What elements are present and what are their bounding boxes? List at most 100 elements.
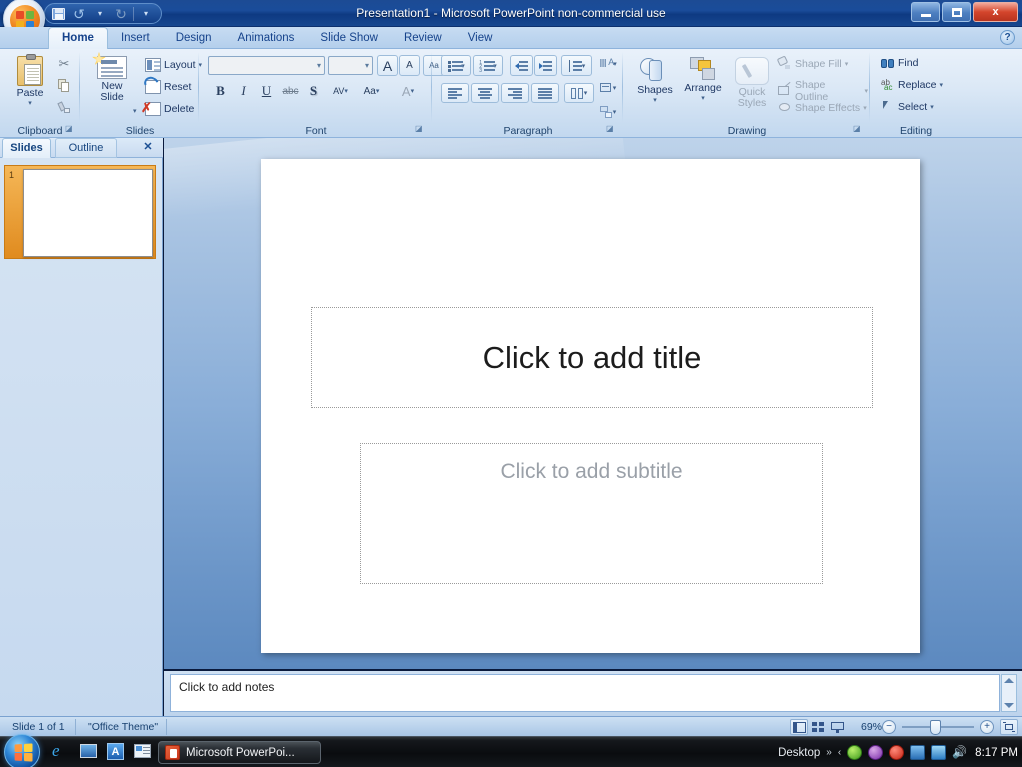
tab-home[interactable]: Home: [48, 27, 108, 49]
font-size-input[interactable]: ▾: [328, 56, 373, 75]
delete-slide-button[interactable]: Delete: [141, 100, 196, 117]
slide-sorter-button[interactable]: [809, 719, 827, 735]
clipboard-dialog-launcher[interactable]: ◪: [65, 124, 76, 135]
justify-button[interactable]: [531, 83, 559, 103]
zoom-slider[interactable]: − +: [882, 717, 994, 737]
drawing-dialog-launcher[interactable]: ◪: [853, 124, 864, 135]
tray-icon-purple[interactable]: [868, 745, 884, 760]
increase-indent-button[interactable]: [534, 55, 557, 76]
select-button[interactable]: Select ▾: [879, 100, 936, 114]
group-label-font: Font: [305, 125, 327, 137]
tray-expand-icon[interactable]: ‹: [838, 747, 841, 758]
shape-effects-button[interactable]: Shape Effects ▾: [776, 100, 869, 115]
slide-thumbnail-1[interactable]: 1: [4, 165, 156, 259]
minimize-button[interactable]: [911, 2, 940, 22]
blue-a-button[interactable]: A: [106, 742, 126, 762]
normal-view-button[interactable]: [790, 719, 808, 735]
group-divider: [431, 52, 432, 122]
shrink-font-button[interactable]: A: [399, 55, 420, 76]
scroll-down-icon[interactable]: [1004, 703, 1014, 708]
strikethrough-button[interactable]: abc: [279, 81, 302, 101]
grow-font-button[interactable]: A: [377, 55, 398, 76]
slide-canvas[interactable]: Click to add title Click to add subtitle: [261, 159, 920, 653]
decrease-indent-button[interactable]: [510, 55, 533, 76]
notes-scrollbar[interactable]: [1001, 674, 1017, 712]
convert-to-smartart-button[interactable]: ▾: [594, 101, 622, 123]
tab-slides[interactable]: Slides: [2, 138, 51, 158]
undo-button[interactable]: ↺: [70, 5, 88, 22]
start-button[interactable]: [4, 734, 40, 767]
save-button[interactable]: [49, 5, 67, 22]
help-button[interactable]: ?: [1000, 30, 1015, 45]
customize-qat-button[interactable]: ▾: [137, 5, 155, 22]
arrange-button[interactable]: Arrange ▾: [679, 54, 727, 102]
font-name-input[interactable]: ▾: [208, 56, 325, 75]
bold-button[interactable]: B: [210, 81, 231, 101]
reset-button[interactable]: Reset: [143, 79, 193, 95]
tab-insert[interactable]: Insert: [108, 27, 163, 49]
bullets-button[interactable]: ▾: [441, 55, 471, 76]
align-right-button[interactable]: [501, 83, 529, 103]
tray-icon-green-swirl[interactable]: [847, 745, 863, 760]
tray-icon-red-a[interactable]: [889, 745, 905, 760]
zoom-in-button[interactable]: +: [980, 720, 994, 734]
underline-button[interactable]: U: [256, 81, 277, 101]
redo-button[interactable]: ↻: [112, 5, 130, 22]
font-dialog-launcher[interactable]: ◪: [415, 124, 426, 135]
zoom-slider-handle[interactable]: [930, 720, 941, 735]
columns-button[interactable]: ▾: [564, 83, 594, 103]
find-button[interactable]: Find: [879, 56, 920, 70]
character-spacing-button[interactable]: AV ▾: [326, 81, 355, 101]
tab-outline[interactable]: Outline: [55, 138, 117, 158]
close-button[interactable]: x: [973, 2, 1018, 22]
title-placeholder[interactable]: Click to add title: [311, 307, 873, 408]
tray-icon-volume[interactable]: 🔊: [952, 745, 967, 760]
paste-button[interactable]: Paste ▾: [8, 53, 52, 107]
tray-icon-blue-window[interactable]: [910, 745, 926, 760]
line-spacing-button[interactable]: ▾: [561, 55, 592, 76]
tab-design[interactable]: Design: [163, 27, 225, 49]
undo-dropdown[interactable]: ▾: [91, 5, 109, 22]
center-button[interactable]: [471, 83, 499, 103]
media-button[interactable]: [133, 742, 153, 762]
scroll-up-icon[interactable]: [1004, 678, 1014, 683]
new-slide-button[interactable]: New Slide: [89, 52, 135, 103]
replace-button[interactable]: ab ac Replace ▾: [879, 78, 945, 92]
italic-button[interactable]: I: [233, 81, 254, 101]
tab-slide-show[interactable]: Slide Show: [307, 27, 391, 49]
tray-icon-network[interactable]: [931, 745, 947, 760]
format-painter-button[interactable]: [54, 98, 74, 117]
text-shadow-button[interactable]: S: [303, 81, 324, 101]
zoom-percent-label[interactable]: 69%: [861, 717, 882, 737]
quick-styles-button[interactable]: Quick Styles: [728, 54, 776, 109]
maximize-button[interactable]: [942, 2, 971, 22]
notes-input[interactable]: Click to add notes: [170, 674, 1000, 712]
fit-to-window-button[interactable]: [1000, 719, 1018, 735]
taskbar-button-powerpoint[interactable]: Microsoft PowerPoi...: [158, 741, 321, 764]
zoom-out-button[interactable]: −: [882, 720, 896, 734]
slide-show-button[interactable]: [828, 719, 846, 735]
align-text-button[interactable]: ▾: [594, 77, 622, 99]
cut-button[interactable]: ✂: [54, 54, 74, 73]
numbering-button[interactable]: 1 2 3 ▾: [473, 55, 503, 76]
taskbar-clock[interactable]: 8:17 PM: [973, 747, 1018, 759]
font-color-button[interactable]: A ▾: [393, 81, 423, 101]
shape-fill-button[interactable]: Shape Fill ▾: [776, 55, 850, 71]
show-desktop-button[interactable]: [79, 742, 99, 762]
tab-review[interactable]: Review: [391, 27, 455, 49]
paragraph-dialog-launcher[interactable]: ◪: [606, 124, 617, 135]
copy-button[interactable]: [54, 76, 74, 95]
text-direction-button[interactable]: Ⅲ A ▾: [594, 53, 622, 75]
tray-overflow-icon[interactable]: »: [826, 747, 832, 758]
shapes-button[interactable]: Shapes ▾: [632, 54, 678, 104]
change-case-button[interactable]: Aa ▾: [357, 81, 386, 101]
ribbon-tab-strip: Home Insert Design Animations Slide Show…: [0, 27, 1022, 49]
tab-view[interactable]: View: [455, 27, 506, 49]
internet-explorer-button[interactable]: e: [52, 741, 72, 762]
layout-button[interactable]: Layout ▾: [143, 57, 204, 73]
subtitle-placeholder[interactable]: Click to add subtitle: [360, 443, 823, 584]
close-pane-icon[interactable]: ✕: [141, 140, 155, 154]
align-left-button[interactable]: [441, 83, 469, 103]
tab-animations[interactable]: Animations: [225, 27, 308, 49]
qat-divider: [133, 6, 134, 21]
